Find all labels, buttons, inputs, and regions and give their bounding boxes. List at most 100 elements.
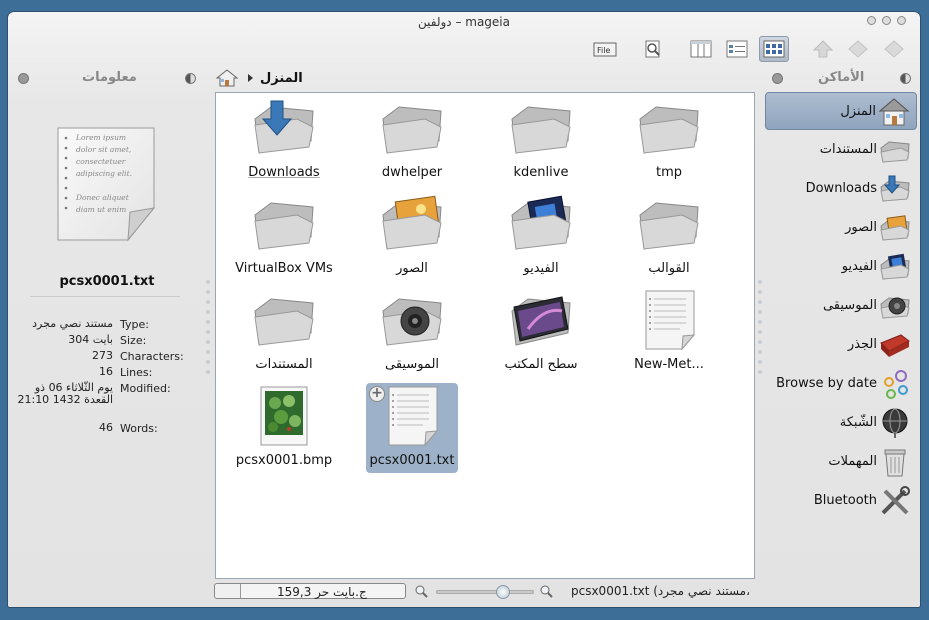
file-icon: File — [593, 42, 617, 57]
file-item[interactable]: tmp — [623, 95, 715, 185]
info-label: Lines: — [120, 366, 153, 379]
music-folder-icon — [880, 297, 910, 319]
free-space-fill — [215, 584, 241, 598]
file-label: tmp — [655, 165, 682, 180]
info-panel-close-icon[interactable] — [18, 73, 29, 84]
file-label: الفيديو — [523, 261, 559, 276]
breadcrumb-separator-icon — [248, 74, 253, 82]
places-panel-close-icon[interactable] — [772, 73, 783, 84]
info-label: Characters: — [120, 350, 184, 363]
place-music[interactable]: الموسيقى — [765, 287, 917, 325]
svg-text:dolor sit amet,: dolor sit amet, — [76, 145, 131, 154]
file-preview: Lorem ipsum dolor sit amet, consectetuer… — [56, 126, 156, 244]
place-root[interactable]: الجذر — [765, 326, 917, 364]
status-bar: 159,3 ج.بايت حر pcsx0001.txt (مستند نصي … — [8, 582, 920, 604]
breadcrumb-home[interactable]: المنزل — [260, 71, 303, 86]
svg-text:consectetuer: consectetuer — [76, 157, 126, 166]
maximize-button[interactable] — [882, 16, 891, 25]
place-label: الصور — [845, 220, 877, 235]
minimize-button[interactable] — [867, 16, 876, 25]
file-item[interactable]: dwhelper — [366, 95, 458, 185]
svg-text:Lorem ipsum: Lorem ipsum — [75, 133, 126, 142]
file-item[interactable]: الفيديو — [495, 191, 587, 281]
columns-view-button[interactable] — [686, 36, 716, 62]
file-item[interactable]: New-Met... — [623, 287, 715, 377]
forward-button[interactable] — [843, 36, 873, 62]
info-value: 16 — [99, 365, 113, 378]
file-item[interactable]: kdenlive — [495, 95, 587, 185]
folder-icon — [511, 106, 571, 154]
text-document-preview-icon: Lorem ipsum dolor sit amet, consectetuer… — [57, 127, 156, 242]
place-label: Downloads — [805, 181, 877, 196]
titlebar[interactable]: دولفين – mageia — [8, 12, 920, 34]
place-label: المهملات — [828, 454, 877, 469]
zoom-slider[interactable] — [436, 585, 534, 599]
file-label: المستندات — [255, 357, 313, 372]
folder-icon — [254, 298, 314, 346]
file-button[interactable]: File — [590, 36, 620, 62]
image-file-icon — [260, 386, 308, 446]
file-item[interactable]: pcsx0001.bmp — [236, 383, 332, 473]
info-filename: pcsx0001.txt — [59, 274, 155, 289]
file-label: kdenlive — [513, 165, 569, 180]
place-browse-by-date[interactable]: Browse by date — [765, 365, 917, 403]
places-panel-float-icon[interactable] — [900, 73, 911, 84]
bluetooth-tools-icon — [881, 486, 910, 515]
place-pictures[interactable]: الصور — [765, 209, 917, 247]
back-button[interactable] — [879, 36, 909, 62]
info-label: Size: — [120, 334, 147, 347]
zoom-slider-knob[interactable] — [496, 585, 510, 599]
place-bluetooth[interactable]: Bluetooth — [765, 482, 917, 520]
file-item[interactable]: الصور — [366, 191, 458, 281]
file-item[interactable]: المستندات — [238, 287, 330, 377]
file-item[interactable]: Downloads — [238, 95, 330, 185]
file-item[interactable]: سطح المكتب — [495, 287, 587, 377]
place-videos[interactable]: الفيديو — [765, 248, 917, 286]
places-panel-title: الأماكن — [818, 70, 865, 85]
preview-button[interactable] — [638, 36, 668, 62]
zoom-out-icon[interactable] — [414, 584, 428, 598]
add-selection-icon[interactable]: + — [369, 386, 385, 402]
place-trash[interactable]: المهملات — [765, 443, 917, 481]
file-item-selected[interactable]: + pcsx0001.txt — [366, 383, 458, 473]
close-button[interactable] — [897, 16, 906, 25]
info-panel-float-icon[interactable] — [185, 73, 196, 84]
info-label: Modified: — [120, 382, 171, 395]
place-label: الشّبكة — [839, 415, 877, 430]
up-arrow-icon — [812, 40, 834, 58]
file-item[interactable]: الموسيقى — [366, 287, 458, 377]
info-label: Words: — [120, 422, 158, 435]
downloads-folder-icon — [880, 175, 910, 202]
selection-status-text: pcsx0001.txt (مستند نصي مجرد، — [570, 584, 750, 598]
downloads-folder-icon — [254, 100, 314, 154]
file-label: pcsx0001.txt — [369, 453, 455, 468]
icons-view-button[interactable] — [759, 36, 789, 62]
toolbar: File — [8, 34, 920, 68]
free-space-text: 159,3 ج.بايت حر — [277, 585, 367, 599]
file-item[interactable]: VirtualBox VMs — [235, 191, 333, 281]
folder-icon — [639, 202, 699, 250]
svg-text:adipiscing elit.: adipiscing elit. — [76, 169, 132, 178]
music-folder-icon — [382, 298, 442, 346]
place-label: الجذر — [847, 337, 877, 352]
info-panel-title: معلومات — [82, 70, 137, 85]
trash-icon — [884, 449, 906, 477]
left-splitter-handle[interactable] — [206, 280, 210, 380]
place-downloads[interactable]: Downloads — [765, 170, 917, 208]
details-view-button[interactable] — [722, 36, 752, 62]
folder-icon — [382, 106, 442, 154]
place-network[interactable]: الشّبكة — [765, 404, 917, 442]
text-file-icon — [645, 290, 696, 351]
zoom-in-icon[interactable] — [539, 584, 553, 598]
home-icon[interactable] — [216, 68, 238, 88]
place-documents[interactable]: المستندات — [765, 131, 917, 169]
up-button[interactable] — [808, 36, 838, 62]
text-file-icon — [388, 386, 439, 447]
right-splitter-handle[interactable] — [758, 280, 762, 380]
videos-folder-icon — [511, 195, 571, 250]
pictures-folder-icon — [880, 215, 910, 241]
file-label: Downloads — [248, 165, 320, 180]
file-item[interactable]: القوالب — [623, 191, 715, 281]
file-view[interactable]: Downloads dwhelper kdenlive tmp VirtualB… — [215, 92, 755, 579]
place-home[interactable]: المنزل — [765, 92, 917, 130]
